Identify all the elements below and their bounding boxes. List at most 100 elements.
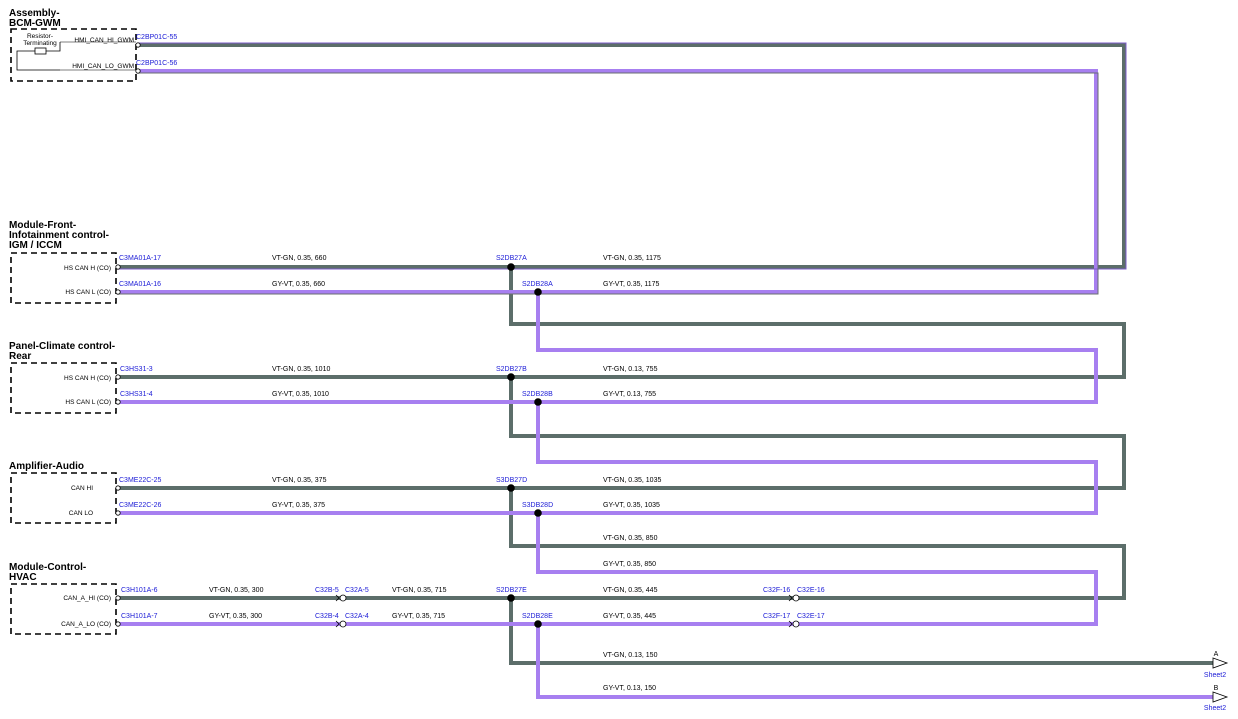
inline-connector	[339, 594, 347, 602]
pin-label: HS CAN H (CO)	[64, 375, 111, 382]
pin-label: CAN_A_LO (CO)	[61, 621, 111, 628]
wire-label: VT-GN, 0.35, 715	[392, 587, 447, 594]
wire-label: GY-VT, 0.35, 715	[392, 613, 445, 620]
pin-label: HMI_CAN_LO_GWM	[72, 63, 134, 70]
connector-label[interactable]: C32E-17	[797, 613, 825, 620]
connector-label[interactable]: C2BP01C-56	[136, 60, 177, 67]
connector-labels: C2BP01C-55 C2BP01C-56 C3MA01A-17 C3MA01A…	[119, 34, 825, 620]
wire-label: GY-VT, 0.35, 1035	[603, 502, 660, 509]
component-igm[interactable]: Module-Front- Infotainment control- IGM …	[9, 220, 117, 304]
connector-label[interactable]: C32B-5	[315, 587, 339, 594]
offsheet-letter: B	[1214, 685, 1219, 692]
pin-label: HS CAN H (CO)	[64, 265, 111, 272]
svg-text:Rear: Rear	[9, 351, 31, 362]
pin-terminal	[115, 510, 121, 516]
connector-label[interactable]: C3HS31-4	[120, 391, 153, 398]
splice-dot	[507, 484, 515, 492]
wire-label: GY-VT, 0.35, 850	[603, 561, 656, 568]
splice-label[interactable]: S2DB27E	[496, 587, 527, 594]
inline-connector	[792, 594, 800, 602]
wire-label: GY-VT, 0.35, 660	[272, 281, 325, 288]
connector-label[interactable]: C2BP01C-55	[136, 34, 177, 41]
wire-label: VT-GN, 0.35, 660	[272, 255, 327, 262]
inline-connector	[339, 620, 347, 628]
splice-dot	[507, 594, 515, 602]
pin-terminal	[115, 264, 121, 270]
pin-terminal	[115, 595, 121, 601]
pin-label: CAN_A_HI (CO)	[63, 595, 111, 602]
pin-label: CAN HI	[71, 485, 93, 492]
connector-label[interactable]: C3H101A-7	[121, 613, 158, 620]
pin-terminal	[115, 399, 121, 405]
wire-label: VT-GN, 0.13, 755	[603, 366, 658, 373]
connector-label[interactable]: C32F-17	[763, 613, 790, 620]
splice-label[interactable]: S2DB28A	[522, 281, 553, 288]
pin-terminal	[115, 374, 121, 380]
splice-label[interactable]: S2DB28E	[522, 613, 553, 620]
svg-text:IGM / ICCM: IGM / ICCM	[9, 240, 62, 251]
wire-label: VT-GN, 0.35, 375	[272, 477, 327, 484]
pin-label: HMI_CAN_HI_GWM	[74, 37, 134, 44]
component-hvac[interactable]: Module-Control- HVAC CAN_A_HI (CO) CAN_A…	[9, 562, 117, 635]
arrow-right-icon	[1212, 691, 1229, 703]
connector-label[interactable]: C3ME22C-25	[119, 477, 162, 484]
wire-label: GY-VT, 0.35, 1175	[603, 281, 660, 288]
wire-label: GY-VT, 0.35, 300	[209, 613, 262, 620]
pin-label: CAN LO	[69, 510, 93, 517]
offsheet-sheet[interactable]: Sheet2	[1204, 672, 1226, 679]
svg-text:HVAC: HVAC	[9, 572, 37, 583]
pin-label: HS CAN L (CO)	[65, 289, 111, 296]
connector-label[interactable]: C32E-16	[797, 587, 825, 594]
wires-gy-vt	[118, 69, 1213, 699]
splice-dot	[534, 509, 542, 517]
component-amplifier[interactable]: Amplifier-Audio CAN HI CAN LO	[9, 461, 117, 524]
splice-dot	[534, 288, 542, 296]
component-title: Amplifier-Audio	[9, 461, 84, 472]
connector-label[interactable]: C3HS31-3	[120, 366, 153, 373]
splice-dot	[534, 620, 542, 628]
pin-terminal	[135, 68, 141, 74]
offsheet-sheet[interactable]: Sheet2	[1204, 705, 1226, 712]
splice-label[interactable]: S3DB27D	[496, 477, 527, 484]
splice-dot	[507, 263, 515, 271]
arrow-right-icon	[1212, 657, 1229, 669]
pin-terminal	[115, 621, 121, 627]
pin-terminals	[115, 42, 141, 627]
inline-connector	[792, 620, 800, 628]
splice-label[interactable]: S2DB27A	[496, 255, 527, 262]
offsheet-letter: A	[1214, 651, 1219, 658]
wire-label: GY-VT, 0.13, 755	[603, 391, 656, 398]
pin-terminal	[115, 289, 121, 295]
connector-label[interactable]: C3H101A-6	[121, 587, 158, 594]
component-title-2: BCM-GWM	[9, 18, 61, 29]
wire-label: VT-GN, 0.35, 1175	[603, 255, 661, 262]
wire-label: GY-VT, 0.35, 375	[272, 502, 325, 509]
wire-label: VT-GN, 0.35, 300	[209, 587, 264, 594]
wire-label: GY-VT, 0.13, 150	[603, 685, 656, 692]
connector-label[interactable]: C32F-16	[763, 587, 790, 594]
resistor-label-2: Terminating	[23, 40, 57, 47]
pin-terminal	[115, 485, 121, 491]
connector-label[interactable]: C32B-4	[315, 613, 339, 620]
connector-label[interactable]: C3ME22C-26	[119, 502, 162, 509]
wire-label: VT-GN, 0.35, 1035	[603, 477, 661, 484]
component-climate-panel[interactable]: Panel-Climate control- Rear HS CAN H (CO…	[9, 341, 117, 414]
connector-label[interactable]: C3MA01A-17	[119, 255, 161, 262]
resistor-label-1: Resistor-	[27, 33, 53, 40]
splice-dot	[534, 398, 542, 406]
wire-labels: VT-GN, 0.35, 660 VT-GN, 0.35, 1175 GY-VT…	[209, 255, 661, 692]
connector-label[interactable]: C32A-5	[345, 587, 369, 594]
component-bcm[interactable]: Assembly- BCM-GWM Resistor- Terminating …	[9, 8, 137, 82]
pin-label: HS CAN L (CO)	[65, 399, 111, 406]
splice-label[interactable]: S2DB28B	[522, 391, 553, 398]
splice-label[interactable]: S2DB27B	[496, 366, 527, 373]
connector-label[interactable]: C3MA01A-16	[119, 281, 161, 288]
wire-label: VT-GN, 0.13, 150	[603, 652, 658, 659]
wire-label: VT-GN, 0.35, 1010	[272, 366, 330, 373]
wire-label: VT-GN, 0.35, 445	[603, 587, 658, 594]
splice-label[interactable]: S3DB28D	[522, 502, 553, 509]
pin-terminal	[135, 42, 141, 48]
connector-label[interactable]: C32A-4	[345, 613, 369, 620]
wire-label: VT-GN, 0.35, 850	[603, 535, 658, 542]
splice-dot	[507, 373, 515, 381]
